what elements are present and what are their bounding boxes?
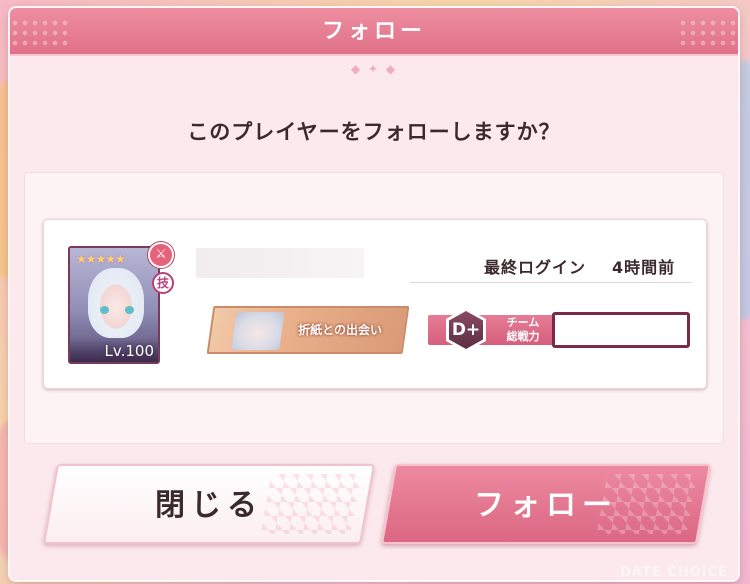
team-power-label: チーム 総戦力 <box>506 316 540 343</box>
confirm-question: このプレイヤーをフォローしますか？ <box>187 120 561 144</box>
watermark-logo: DATE CHOICE <box>620 565 728 580</box>
close-button-label: 閉じる <box>155 488 263 523</box>
follow-dialog: フォロー ◆ ✦ ◆ このプレイヤーをフォローしますか？ ★★★★★ Lv.10… <box>10 8 738 580</box>
character-portrait <box>88 268 144 338</box>
player-card[interactable]: ★★★★★ Lv.100 ⚔ 技 最終ログイン 4時間前 折紙との出会い D+ … <box>43 219 707 389</box>
dialog-title: フォロー <box>321 19 426 44</box>
close-button[interactable]: 閉じる <box>42 464 376 544</box>
last-login-value: 4時間前 <box>612 258 676 277</box>
content-area: ★★★★★ Lv.100 ⚔ 技 最終ログイン 4時間前 折紙との出会い D+ … <box>24 172 724 444</box>
follow-button[interactable]: フォロー <box>380 464 712 544</box>
memory-thumbnail <box>231 312 285 350</box>
team-power-bar: D+ チーム 総戦力 <box>428 308 690 352</box>
rarity-stars-icon: ★★★★★ <box>76 252 126 266</box>
memory-title: 折紙との出会い <box>298 323 382 337</box>
dialog-title-bar: フォロー <box>10 8 738 56</box>
level-label: Lv.100 <box>104 342 154 360</box>
last-login-label: 最終ログイン <box>484 258 587 277</box>
memory-plate: 折紙との出会い <box>206 306 410 354</box>
divider <box>410 282 692 283</box>
team-power-value <box>552 312 690 348</box>
follow-button-label: フォロー <box>474 488 618 523</box>
player-name-field <box>196 248 364 278</box>
player-avatar[interactable]: ★★★★★ Lv.100 <box>68 246 160 364</box>
skill-badge: 技 <box>152 272 174 294</box>
ornament-icon: ◆ ✦ ◆ <box>350 62 398 76</box>
sword-icon: ⚔ <box>148 242 174 268</box>
